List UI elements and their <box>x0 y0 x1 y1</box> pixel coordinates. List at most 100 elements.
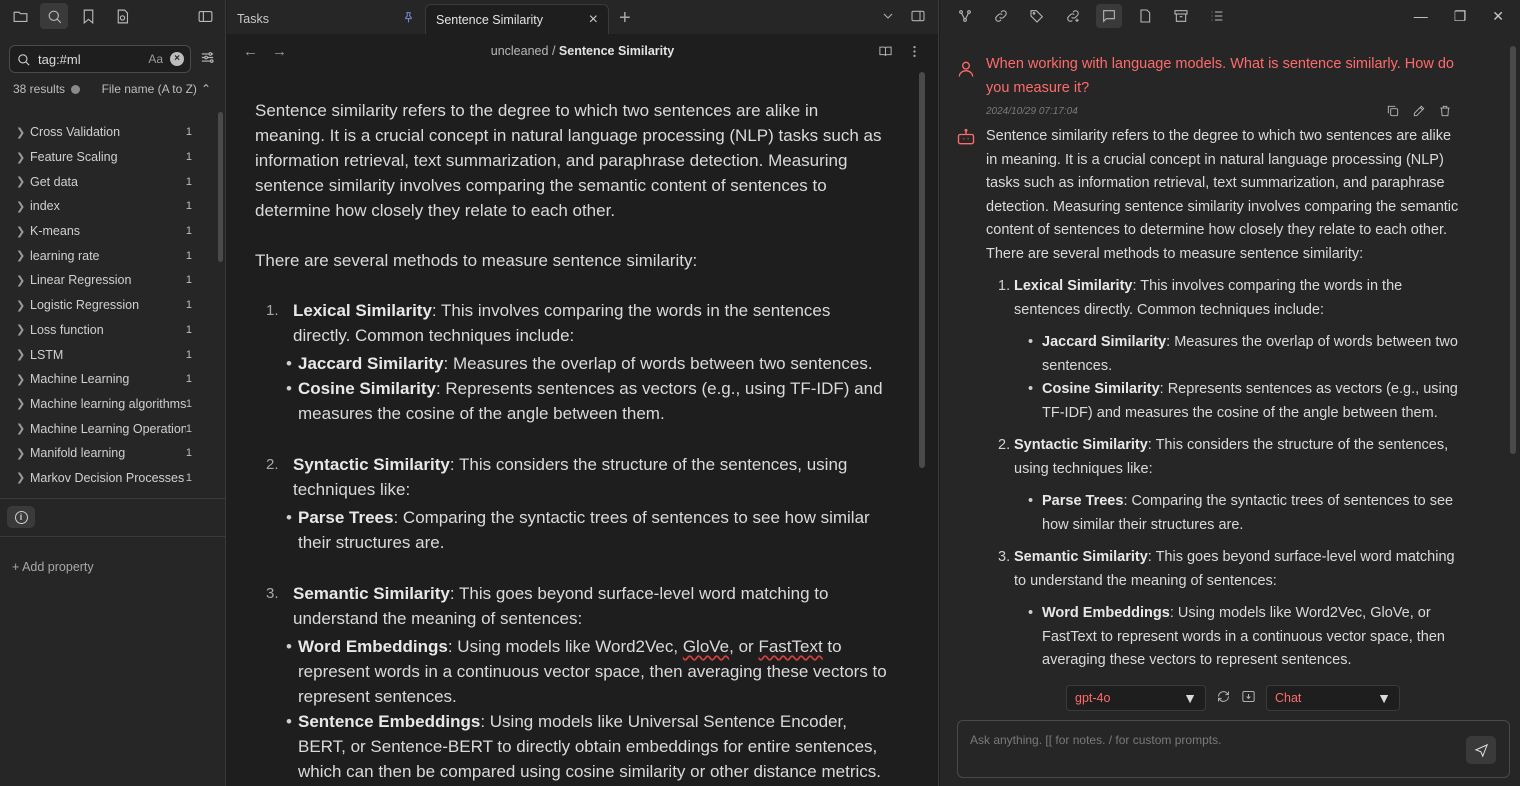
chevron-right-icon[interactable]: ❯ <box>16 200 30 213</box>
file-properties-icon[interactable]: i <box>7 506 35 528</box>
assistant-message: Sentence similarity refers to the degree… <box>940 125 1500 673</box>
file-sync-icon[interactable] <box>108 3 136 29</box>
more-options-icon[interactable] <box>907 44 922 59</box>
list-item: 1. Lexical Similarity: This involves comp… <box>986 275 1460 425</box>
match-count: 1 <box>185 274 192 287</box>
chat-scrollbar[interactable] <box>1510 46 1516 454</box>
graph-icon[interactable] <box>952 4 978 28</box>
search-result-item[interactable]: ❯ LSTM 1 <box>0 342 210 367</box>
save-chat-icon[interactable] <box>1241 689 1256 707</box>
copy-icon[interactable] <box>1386 104 1400 118</box>
chevron-right-icon[interactable]: ❯ <box>16 422 30 435</box>
message-meta: 2024/10/29 07:17:04 <box>986 104 1460 118</box>
search-result-item[interactable]: ❯ Logistic Regression 1 <box>0 293 210 318</box>
search-result-item[interactable]: ❯ learning rate 1 <box>0 243 210 268</box>
search-result-item[interactable]: ❯ Feature Scaling 1 <box>0 145 210 170</box>
chevron-right-icon[interactable]: ❯ <box>16 447 30 460</box>
chat-input[interactable] <box>970 733 1440 767</box>
misspelled-word: GloVe <box>682 637 730 656</box>
breadcrumb-folder[interactable]: uncleaned <box>491 44 549 58</box>
restore-icon[interactable]: ❐ <box>1454 8 1467 25</box>
view-header: ← → uncleaned / Sentence Similarity <box>227 34 938 68</box>
search-settings-icon[interactable] <box>199 49 216 69</box>
new-tab-icon[interactable]: + <box>619 7 631 30</box>
results-row: 38 results File name (A to Z) ⌃ <box>13 82 211 96</box>
delete-icon[interactable] <box>1438 104 1452 118</box>
reading-view-icon[interactable] <box>878 44 893 59</box>
search-result-item[interactable]: ❯ Machine Learning Operations 1 <box>0 416 210 441</box>
search-result-item[interactable]: ❯ Machine Learning 1 <box>0 367 210 392</box>
search-result-name: Machine Learning Operations <box>30 421 186 436</box>
chevron-right-icon[interactable]: ❯ <box>16 323 30 336</box>
chevron-right-icon[interactable]: ❯ <box>16 471 30 484</box>
match-case-toggle[interactable]: Aa <box>148 52 163 66</box>
toggle-right-sidebar-icon[interactable] <box>910 8 926 24</box>
chevron-right-icon[interactable]: ❯ <box>16 397 30 410</box>
message-actions <box>1386 104 1452 118</box>
chevron-right-icon[interactable]: ❯ <box>16 249 30 262</box>
pin-icon[interactable] <box>402 11 415 27</box>
minimize-icon[interactable]: — <box>1414 8 1428 25</box>
divider <box>0 498 225 499</box>
list-icon[interactable] <box>1204 4 1230 28</box>
search-icon[interactable] <box>40 3 68 29</box>
bullet-list: Word Embeddings: Using models like Word2… <box>286 634 887 784</box>
tab-tasks[interactable]: Tasks <box>227 4 425 34</box>
back-arrow-icon[interactable]: ← <box>243 43 258 60</box>
send-button[interactable] <box>1466 736 1496 764</box>
tags-icon[interactable] <box>1024 4 1050 28</box>
edit-icon[interactable] <box>1412 104 1426 118</box>
chat-icon[interactable] <box>1096 4 1122 28</box>
view-actions <box>878 44 922 59</box>
search-result-item[interactable]: ❯ Loss function 1 <box>0 318 210 343</box>
chevron-right-icon[interactable]: ❯ <box>16 175 30 188</box>
editor-scrollbar[interactable] <box>919 72 925 468</box>
search-result-item[interactable]: ❯ index 1 <box>0 194 210 219</box>
close-tab-icon[interactable]: × <box>589 11 598 27</box>
link-icon[interactable] <box>988 4 1014 28</box>
breadcrumb-file[interactable]: Sentence Similarity <box>559 44 674 58</box>
tab-list-chevron-icon[interactable] <box>880 8 896 24</box>
search-result-item[interactable]: ❯ Markov Decision Processes 1 <box>0 466 210 491</box>
chevron-right-icon[interactable]: ❯ <box>16 373 30 386</box>
forward-arrow-icon[interactable]: → <box>272 43 287 60</box>
search-result-item[interactable]: ❯ Cross Validation 1 <box>0 120 210 145</box>
chevron-right-icon[interactable]: ❯ <box>16 225 30 238</box>
divider <box>0 536 225 537</box>
close-window-icon[interactable]: ✕ <box>1492 8 1504 25</box>
list-item: Jaccard Similarity: Measures the overlap… <box>1028 331 1460 378</box>
sidebar-scrollbar[interactable] <box>218 112 223 262</box>
search-result-item[interactable]: ❯ Linear Regression 1 <box>0 268 210 293</box>
search-result-item[interactable]: ❯ Machine learning algorithms 1 <box>0 392 210 417</box>
search-result-item[interactable]: ❯ Manifold learning 1 <box>0 441 210 466</box>
refresh-icon[interactable] <box>1216 689 1231 707</box>
mode-select[interactable]: Chat ▼ <box>1266 685 1400 711</box>
model-select[interactable]: gpt-4o ▼ <box>1066 685 1206 711</box>
sort-dropdown[interactable]: File name (A to Z) ⌃ <box>102 82 211 96</box>
outgoing-links-icon[interactable] <box>1060 4 1086 28</box>
assistant-paragraph: There are several methods to measure sen… <box>986 245 1364 262</box>
archive-icon[interactable] <box>1168 4 1194 28</box>
document-icon[interactable] <box>1132 4 1158 28</box>
search-result-item[interactable]: ❯ K-means 1 <box>0 219 210 244</box>
add-property-button[interactable]: + Add property <box>12 560 94 574</box>
search-result-item[interactable]: ❯ Get data 1 <box>0 169 210 194</box>
search-results-list: ❯ Cross Validation 1 ❯ Feature Scaling 1 ❯ Get … <box>0 120 210 490</box>
chevron-right-icon[interactable]: ❯ <box>16 299 30 312</box>
note-content[interactable]: Sentence similarity refers to the degree… <box>255 98 887 786</box>
list-item: 2. Syntactic Similarity: This considers … <box>255 452 887 555</box>
chat-messages[interactable]: When working with language models. What … <box>940 46 1500 676</box>
paragraph: Sentence similarity refers to the degree… <box>255 101 882 220</box>
chevron-right-icon[interactable]: ❯ <box>16 348 30 361</box>
search-result-name: Linear Regression <box>30 273 132 288</box>
search-input[interactable] <box>38 51 142 67</box>
chevron-right-icon[interactable]: ❯ <box>16 274 30 287</box>
files-icon[interactable] <box>6 3 34 29</box>
chevron-right-icon[interactable]: ❯ <box>16 151 30 164</box>
bookmark-icon[interactable] <box>74 3 102 29</box>
clear-search-icon[interactable]: × <box>170 52 184 66</box>
toggle-sidebar-icon[interactable] <box>191 3 219 29</box>
chevron-right-icon[interactable]: ❯ <box>16 126 30 139</box>
search-result-name: Machine learning algorithms <box>30 396 186 411</box>
tab-sentence-similarity[interactable]: Sentence Similarity × <box>425 4 609 34</box>
